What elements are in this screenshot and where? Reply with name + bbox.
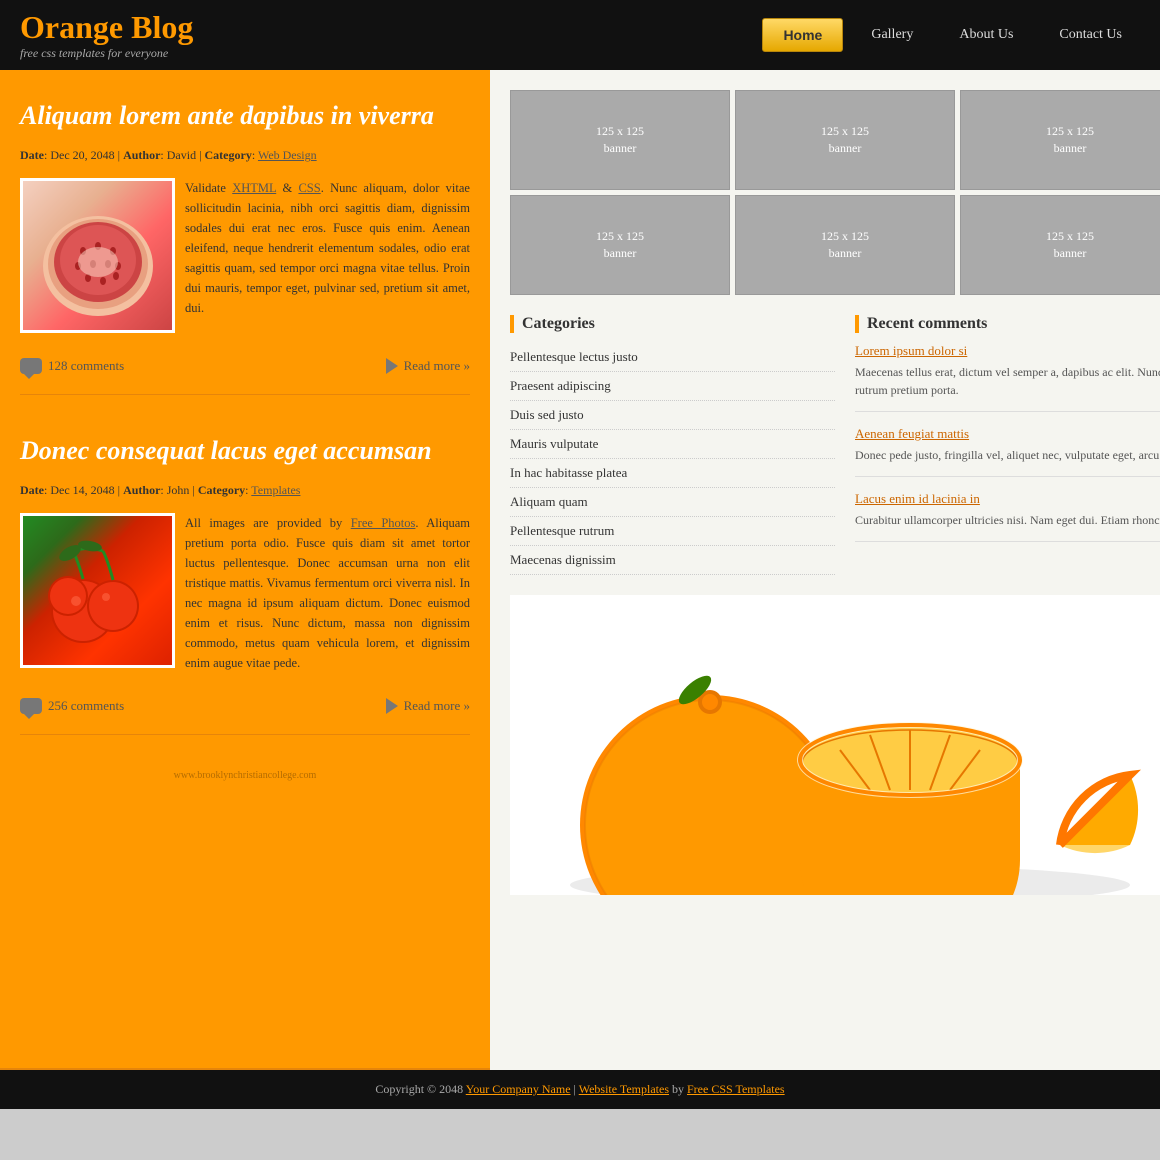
comment-1-link[interactable]: Lorem ipsum dolor si xyxy=(855,343,1160,359)
footer-by: by xyxy=(672,1082,684,1096)
post-2-comments: 256 comments xyxy=(20,698,124,714)
comment-1: Lorem ipsum dolor si Maecenas tellus era… xyxy=(855,343,1160,412)
comments-title: Recent comments xyxy=(855,315,1160,333)
post-2-text: All images are provided by Free Photos. … xyxy=(185,513,470,673)
comment-2-text: Donec pede justo, fringilla vel, aliquet… xyxy=(855,446,1160,464)
post-2-read-more[interactable]: Read more » xyxy=(386,698,470,714)
gallery-nav-link[interactable]: Gallery xyxy=(853,19,931,51)
orange-hero-image xyxy=(510,595,1160,895)
comments-column: Recent comments Lorem ipsum dolor si Mae… xyxy=(855,315,1160,575)
comment-1-text: Maecenas tellus erat, dictum vel semper … xyxy=(855,363,1160,399)
banner-6[interactable]: 125 x 125banner xyxy=(960,195,1160,295)
logo: Orange Blog free css templates for every… xyxy=(20,9,193,61)
home-nav-button[interactable]: Home xyxy=(762,18,843,52)
post-1-comments: 128 comments xyxy=(20,358,124,374)
post-1-read-more-label: Read more » xyxy=(404,358,470,374)
footer: Copyright © 2048 Your Company Name | Web… xyxy=(0,1070,1160,1109)
post-2-content: All images are provided by Free Photos. … xyxy=(20,513,470,673)
comment-2: Aenean feugiat mattis Donec pede justo, … xyxy=(855,426,1160,477)
comment-3-link[interactable]: Lacus enim id lacinia in xyxy=(855,491,1160,507)
categories-title: Categories xyxy=(510,315,835,333)
post-1-read-more[interactable]: Read more » xyxy=(386,358,470,374)
left-column: Aliquam lorem ante dapibus in viverra Da… xyxy=(0,70,490,1070)
banner-1[interactable]: 125 x 125banner xyxy=(510,90,730,190)
play-icon-2 xyxy=(386,698,398,714)
about-nav-link[interactable]: About Us xyxy=(941,19,1031,51)
css-link[interactable]: CSS xyxy=(298,181,320,195)
post-1-category[interactable]: Web Design xyxy=(258,148,317,162)
footer-css-link[interactable]: Free CSS Templates xyxy=(687,1082,785,1096)
post-2-date: Dec 14, 2048 xyxy=(50,483,114,497)
post-2-date-label: Date xyxy=(20,483,44,497)
category-item[interactable]: Pellentesque rutrum xyxy=(510,517,835,546)
post-1-meta: Date: Dec 20, 2048 | Author: David | Cat… xyxy=(20,148,470,163)
post-2: Donec consequat lacus eget accumsan Date… xyxy=(20,425,470,735)
comment-3: Lacus enim id lacinia in Curabitur ullam… xyxy=(855,491,1160,542)
banner-5[interactable]: 125 x 125banner xyxy=(735,195,955,295)
post-1: Aliquam lorem ante dapibus in viverra Da… xyxy=(20,90,470,395)
comment-bubble-icon xyxy=(20,358,42,374)
post-1-text: Validate XHTML & CSS. Nunc aliquam, dolo… xyxy=(185,178,470,333)
xhtml-link[interactable]: XHTML xyxy=(232,181,276,195)
banner-4[interactable]: 125 x 125banner xyxy=(510,195,730,295)
footer-templates-link[interactable]: Website Templates xyxy=(579,1082,669,1096)
category-item[interactable]: Mauris vulputate xyxy=(510,430,835,459)
footer-company-link[interactable]: Your Company Name xyxy=(466,1082,571,1096)
post-2-image xyxy=(20,513,175,668)
post-1-footer: 128 comments Read more » xyxy=(20,348,470,374)
post-1-category-label: Category xyxy=(205,148,252,162)
right-column: 125 x 125banner 125 x 125banner 125 x 12… xyxy=(490,70,1160,1070)
banner-3[interactable]: 125 x 125banner xyxy=(960,90,1160,190)
footer-copyright: Copyright © 2048 xyxy=(375,1082,463,1096)
post-2-category[interactable]: Templates xyxy=(251,483,300,497)
contact-nav-link[interactable]: Contact Us xyxy=(1041,19,1140,51)
sidebar-columns: Categories Pellentesque lectus justo Pra… xyxy=(510,315,1160,575)
category-item[interactable]: Maecenas dignissim xyxy=(510,546,835,575)
watermark: www.brooklynchristiancollege.com xyxy=(20,765,470,781)
post-1-content: Validate XHTML & CSS. Nunc aliquam, dolo… xyxy=(20,178,470,333)
post-1-comments-count: 128 comments xyxy=(48,358,124,374)
free-photos-link[interactable]: Free Photos xyxy=(351,516,416,530)
category-list: Pellentesque lectus justo Praesent adipi… xyxy=(510,343,835,575)
post-1-date-label: Date xyxy=(20,148,44,162)
navigation: Home Gallery About Us Contact Us xyxy=(762,18,1140,52)
banners-grid: 125 x 125banner 125 x 125banner 125 x 12… xyxy=(510,90,1160,295)
post-1-image xyxy=(20,178,175,333)
post-2-title: Donec consequat lacus eget accumsan xyxy=(20,425,470,471)
comment-3-text: Curabitur ullamcorper ultricies nisi. Na… xyxy=(855,511,1160,529)
category-item[interactable]: Aliquam quam xyxy=(510,488,835,517)
play-icon xyxy=(386,358,398,374)
logo-title: Orange Blog xyxy=(20,9,193,46)
banner-2[interactable]: 125 x 125banner xyxy=(735,90,955,190)
category-item[interactable]: Duis sed justo xyxy=(510,401,835,430)
post-2-meta: Date: Dec 14, 2048 | Author: John | Cate… xyxy=(20,483,470,498)
header: Orange Blog free css templates for every… xyxy=(0,0,1160,70)
comment-2-link[interactable]: Aenean feugiat mattis xyxy=(855,426,1160,442)
category-item[interactable]: Praesent adipiscing xyxy=(510,372,835,401)
post-2-comments-count: 256 comments xyxy=(48,698,124,714)
post-2-author-label: Author xyxy=(123,483,160,497)
post-1-title: Aliquam lorem ante dapibus in viverra xyxy=(20,90,470,136)
post-1-date: Dec 20, 2048 xyxy=(50,148,114,162)
post-2-category-label: Category xyxy=(198,483,245,497)
post-2-read-more-label: Read more » xyxy=(404,698,470,714)
categories-column: Categories Pellentesque lectus justo Pra… xyxy=(510,315,835,575)
post-2-footer: 256 comments Read more » xyxy=(20,688,470,714)
comment-bubble-icon-2 xyxy=(20,698,42,714)
main-wrapper: Aliquam lorem ante dapibus in viverra Da… xyxy=(0,70,1160,1070)
post-1-author: David xyxy=(167,148,196,162)
post-2-author: John xyxy=(167,483,190,497)
category-item[interactable]: Pellentesque lectus justo xyxy=(510,343,835,372)
category-item[interactable]: In hac habitasse platea xyxy=(510,459,835,488)
post-1-author-label: Author xyxy=(123,148,160,162)
logo-subtitle: free css templates for everyone xyxy=(20,46,193,61)
